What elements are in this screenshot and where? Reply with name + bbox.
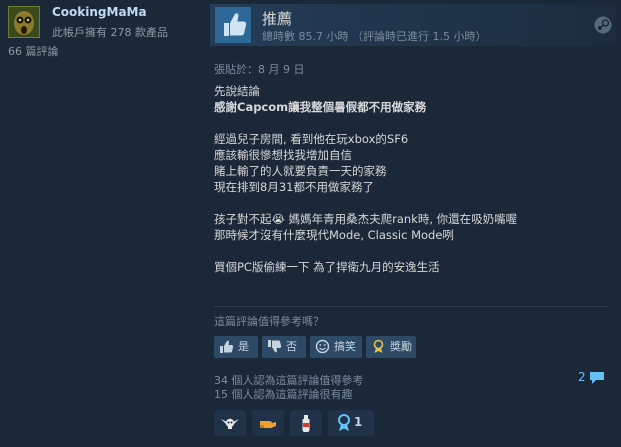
- helpful-question: 這篇評論值得參考嗎？: [214, 315, 324, 328]
- award-count: 1: [354, 415, 363, 429]
- author-panel: CookingMaMa 此帳戶擁有 278 款產品 66 篇評論: [0, 0, 200, 447]
- review-line: 那時候才沒有什麼現代Mode, Classic Mode咧: [214, 228, 454, 242]
- vote-no-button[interactable]: 否: [262, 336, 306, 358]
- avatar-image: [9, 7, 39, 37]
- hot-sauce-icon: [302, 415, 310, 432]
- review-header: 推薦 總時數 85.7 小時 （評論時已進行 1.5 小時）: [210, 4, 617, 46]
- products-owned[interactable]: 此帳戶擁有 278 款產品: [52, 24, 168, 40]
- award-label: 獎勵: [390, 340, 412, 353]
- review-content: 先說結論 感謝Capcom讓我整個暑假都不用做家務 經過兒子房間, 看到他在玩x…: [214, 83, 609, 291]
- review-paragraph: 先說結論 感謝Capcom讓我整個暑假都不用做家務: [214, 83, 609, 115]
- divider: [214, 306, 609, 307]
- review-line: 感謝Capcom讓我整個暑假都不用做家務: [214, 100, 427, 114]
- review-line: 應該輸很慘想找我增加自信: [214, 148, 352, 162]
- thumbs-down-icon: [268, 340, 282, 353]
- vote-yes-button[interactable]: 是: [214, 336, 258, 358]
- review-line: 現在排到8月31都不用做家務了: [214, 180, 374, 194]
- comment-bubble-icon: [590, 372, 604, 384]
- review-verdict: 推薦: [262, 10, 293, 28]
- review-count[interactable]: 66 篇評論: [8, 43, 59, 59]
- winged-skull-icon: [221, 418, 239, 429]
- review-paragraph: 經過兒子房間, 看到他在玩xbox的SF6 應該輸很慘想找我增加自信 賭上輸了的…: [214, 131, 609, 195]
- award-item[interactable]: [252, 410, 284, 436]
- review-line: 買個PC版偷練一下 為了捍衛九月的安逸生活: [214, 260, 440, 274]
- vote-funny-label: 搞笑: [334, 340, 356, 353]
- funny-count: 15 個人認為這篇評論很有趣: [214, 388, 353, 401]
- vote-yes-label: 是: [238, 340, 249, 353]
- review-paragraph: 孩子對不起😭 媽媽年青用桑杰夫爬rank時, 你還在吸奶嘴喔 那時候才沒有什麼現…: [214, 211, 609, 243]
- comment-count: 2: [578, 370, 586, 384]
- award-button[interactable]: 獎勵: [366, 336, 416, 358]
- thumbs-up-icon: [220, 340, 234, 353]
- posted-date: 張貼於：8 月 9 日: [214, 63, 305, 76]
- award-item[interactable]: [290, 410, 322, 436]
- vote-stats: 34 個人認為這篇評論值得參考 15 個人認為這篇評論很有趣: [214, 374, 364, 402]
- award-item[interactable]: 1: [328, 410, 374, 436]
- award-item[interactable]: [214, 410, 246, 436]
- review-line: 孩子對不起😭 媽媽年青用桑杰夫爬rank時, 你還在吸奶嘴喔: [214, 212, 518, 226]
- vote-no-label: 否: [286, 340, 297, 353]
- avatar[interactable]: [8, 6, 40, 38]
- smiley-icon: [315, 339, 330, 354]
- steam-logo-icon: [594, 16, 612, 34]
- review-paragraph: 買個PC版偷練一下 為了捍衛九月的安逸生活: [214, 259, 609, 275]
- ribbon-medal-icon: [338, 414, 350, 431]
- author-name[interactable]: CookingMaMa: [52, 5, 147, 19]
- review-line: 經過兒子房間, 看到他在玩xbox的SF6: [214, 132, 409, 146]
- helpful-count: 34 個人認為這篇評論值得參考: [214, 374, 364, 387]
- review-line: 賭上輸了的人就要負責一天的家務: [214, 164, 387, 178]
- award-ribbon-icon: [373, 339, 384, 353]
- thumbs-up-icon[interactable]: [215, 7, 251, 43]
- golden-hand-icon: [260, 421, 276, 428]
- vote-funny-button[interactable]: 搞笑: [310, 336, 362, 358]
- review-line: 先說結論: [214, 84, 260, 98]
- playtime-hours: 總時數 85.7 小時 （評論時已進行 1.5 小時）: [262, 30, 487, 43]
- review-card: CookingMaMa 此帳戶擁有 278 款產品 66 篇評論 推薦 總時數 …: [0, 0, 621, 447]
